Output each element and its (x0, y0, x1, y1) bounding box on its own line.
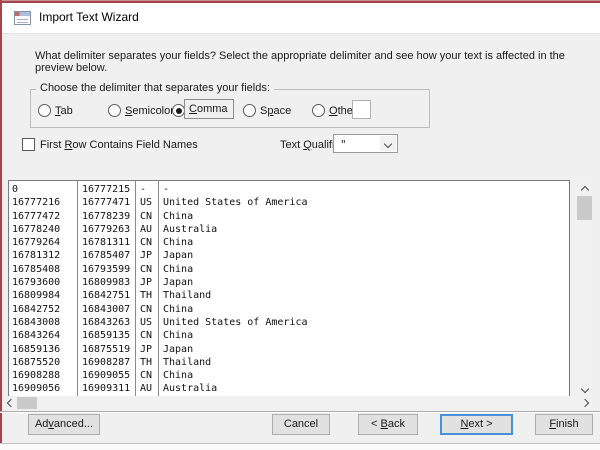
horizontal-scrollbar-thumb[interactable] (17, 397, 37, 409)
radio-tab-label[interactable]: Tab (55, 105, 73, 117)
instruction-text: What delimiter separates your fields? Se… (35, 50, 575, 74)
preview-row: 16909056 16909311 AU Australia (9, 382, 569, 395)
preview-row: 16793600 16809983 JP Japan (9, 276, 569, 289)
import-text-wizard-dialog: Import Text Wizard What delimiter separa… (0, 0, 600, 450)
preview-row: 16779264 16781311 CN China (9, 236, 569, 249)
cancel-button[interactable]: Cancel (272, 414, 330, 435)
radio-semicolon-label[interactable]: Semicolon (125, 105, 176, 117)
text-qualifier-value: " (340, 138, 347, 151)
vertical-scrollbar[interactable] (576, 180, 593, 397)
preview-row: 0 16777215 - - (9, 183, 569, 196)
preview-row: 16809984 16842751 TH Thailand (9, 289, 569, 302)
preview-row: 16843264 16859135 CN China (9, 329, 569, 342)
window-border-left (0, 0, 2, 443)
preview-row: 16843008 16843263 US United States of Am… (9, 316, 569, 329)
scroll-left-icon[interactable] (2, 396, 16, 410)
back-button[interactable]: < Back (358, 414, 418, 435)
next-button[interactable]: Next > (440, 414, 513, 435)
window-bottom-edge (0, 443, 600, 450)
scroll-up-icon[interactable] (576, 180, 593, 195)
preview-row: 16875520 16908287 TH Thailand (9, 356, 569, 369)
finish-button[interactable]: Finish (535, 414, 593, 435)
advanced-button[interactable]: Advanced... (28, 414, 100, 435)
preview-row: 16785408 16793599 CN China (9, 263, 569, 276)
other-delimiter-input[interactable] (352, 100, 371, 119)
chevron-down-icon[interactable] (380, 136, 396, 151)
preview-row: 16908288 16909055 CN China (9, 369, 569, 382)
radio-space-label[interactable]: Space (260, 105, 291, 117)
preview-table[interactable]: 0 16777215 - - 16777216 16777471 US Unit… (8, 180, 570, 397)
window-title: Import Text Wizard (39, 10, 139, 24)
radio-other[interactable] (312, 104, 325, 117)
preview-rows: 0 16777215 - - 16777216 16777471 US Unit… (9, 183, 569, 396)
button-separator (0, 411, 600, 413)
preview-row: 16777472 16778239 CN China (9, 210, 569, 223)
first-row-checkbox[interactable] (22, 138, 35, 151)
preview-row: 16777216 16777471 US United States of Am… (9, 196, 569, 209)
preview-row: 16859136 16875519 JP Japan (9, 343, 569, 356)
wizard-window-icon (14, 11, 31, 25)
preview-row: 16778240 16779263 AU Australia (9, 223, 569, 236)
scroll-right-icon[interactable] (579, 396, 593, 410)
titlebar[interactable]: Import Text Wizard (2, 3, 600, 34)
vertical-scrollbar-thumb[interactable] (577, 196, 592, 220)
radio-space[interactable] (243, 104, 256, 117)
scroll-down-icon[interactable] (576, 382, 593, 397)
radio-comma-label[interactable]: Comma (189, 103, 228, 115)
horizontal-scrollbar[interactable] (2, 396, 593, 410)
first-row-checkbox-label[interactable]: First Row Contains Field Names (40, 139, 198, 151)
preview-row: 16842752 16843007 CN China (9, 303, 569, 316)
preview-row: 16781312 16785407 JP Japan (9, 249, 569, 262)
radio-semicolon[interactable] (108, 104, 121, 117)
delimiter-groupbox-label: Choose the delimiter that separates your… (36, 82, 274, 94)
text-qualifier-dropdown[interactable]: " (333, 134, 398, 153)
radio-tab[interactable] (38, 104, 51, 117)
